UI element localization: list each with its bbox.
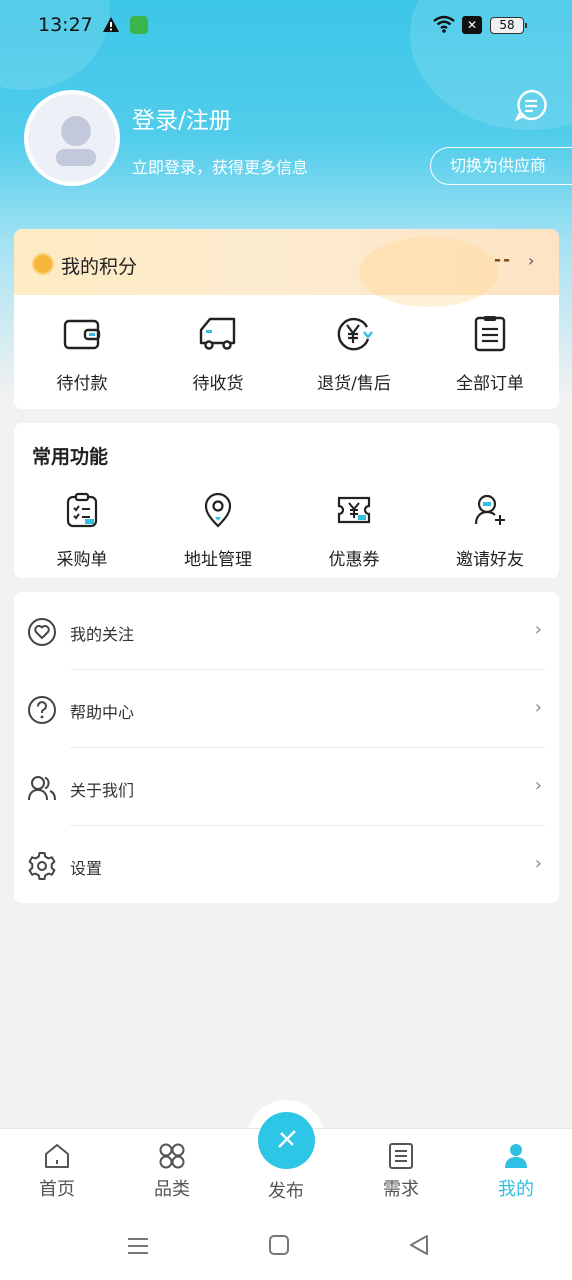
wifi-icon [432,15,456,37]
coupon-icon [286,489,422,531]
truck-icon [150,313,286,355]
function-label: 优惠券 [328,550,380,570]
menu-label: 设置 [70,859,103,878]
menu-item-follow[interactable]: 我的关注 › [14,592,559,670]
function-label: 地址管理 [184,550,252,570]
order-label: 待付款 [56,374,108,394]
gear-icon [27,851,57,885]
function-label: 采购单 [56,550,108,570]
function-invite-friends[interactable]: 邀请好友 [422,489,558,570]
order-shortcuts: 待付款 待收货 退货/售后 全部订单 [14,313,559,394]
points-value: -- [494,250,513,270]
tab-label: 首页 [39,1179,75,1200]
tab-mine[interactable]: 我的 [476,1141,556,1201]
tab-label: 需求 [383,1179,419,1200]
points-decoration [359,237,499,307]
menu-label: 我的关注 [70,625,135,644]
points-orders-card: 我的积分 -- › 待付款 待收货 退货/售后 全部订单 [14,229,559,409]
shield-icon [130,16,148,34]
menu-item-settings[interactable]: 设置 › [14,826,559,903]
publish-button[interactable] [258,1112,315,1169]
chevron-right-icon: › [534,775,542,796]
tab-home[interactable]: 首页 [17,1141,97,1201]
order-list-icon [422,313,558,355]
order-all[interactable]: 全部订单 [422,313,558,394]
function-coupons[interactable]: 优惠券 [286,489,422,570]
battery-icon: 58 [490,17,527,34]
order-return-aftersale[interactable]: 退货/售后 [286,313,422,394]
back-nav-icon[interactable] [408,1234,430,1260]
status-bar: 13:27 ✕ 58 [0,0,572,52]
invite-user-icon [422,489,558,531]
category-icon [132,1141,212,1171]
switch-supplier-button[interactable]: 切换为供应商 [430,147,572,185]
order-label: 全部订单 [456,374,524,394]
common-functions-card: 常用功能 采购单 地址管理 优惠券 邀请好友 [14,423,559,578]
chevron-right-icon: › [534,853,542,874]
status-time: 13:27 [38,14,93,36]
clipboard-icon [14,489,150,531]
user-icon [28,94,116,182]
menu-nav-icon[interactable] [126,1234,150,1262]
help-icon [27,695,57,729]
login-register-link[interactable]: 登录/注册 [132,101,232,135]
menu-item-help[interactable]: 帮助中心 › [14,670,559,748]
menu-label: 帮助中心 [70,703,135,722]
warning-icon [102,16,120,37]
function-label: 邀请好友 [456,550,524,570]
heart-icon [27,617,57,651]
function-address-management[interactable]: 地址管理 [150,489,286,570]
system-nav-bar [0,1216,572,1280]
login-subtitle: 立即登录，获得更多信息 [132,158,309,177]
profile-icon [476,1141,556,1171]
points-label: 我的积分 [61,256,138,278]
tab-label: 我的 [498,1179,534,1200]
order-pending-payment[interactable]: 待付款 [14,313,150,394]
tab-publish[interactable]: 发布 [246,1173,326,1203]
location-icon [150,489,286,531]
tab-label: 品类 [154,1179,190,1200]
function-purchase-order[interactable]: 采购单 [14,489,150,570]
tab-demand[interactable]: 需求 [361,1141,441,1201]
function-shortcuts: 采购单 地址管理 优惠券 邀请好友 [14,489,559,570]
chevron-right-icon: › [534,697,542,718]
message-icon[interactable] [514,88,548,126]
tab-label: 发布 [268,1181,304,1202]
users-icon [27,773,57,807]
coin-icon [32,253,54,275]
order-label: 待收货 [192,374,244,394]
home-icon [17,1141,97,1171]
wallet-icon [14,313,150,355]
menu-list: 我的关注 › 帮助中心 › 关于我们 › 设置 › [14,592,559,903]
order-label: 退货/售后 [317,374,391,394]
publish-icon [274,1126,300,1156]
section-title: 常用功能 [32,446,109,468]
avatar[interactable] [24,90,120,186]
home-nav-icon[interactable] [268,1234,290,1260]
menu-label: 关于我们 [70,781,135,800]
menu-item-about[interactable]: 关于我们 › [14,748,559,826]
demand-icon [361,1141,441,1171]
order-pending-receipt[interactable]: 待收货 [150,313,286,394]
chevron-right-icon: › [528,251,535,270]
chevron-right-icon: › [534,619,542,640]
tab-category[interactable]: 品类 [132,1141,212,1201]
yen-refund-icon [286,313,422,355]
x-icon: ✕ [462,16,482,34]
points-bar[interactable]: 我的积分 -- › [14,229,559,307]
